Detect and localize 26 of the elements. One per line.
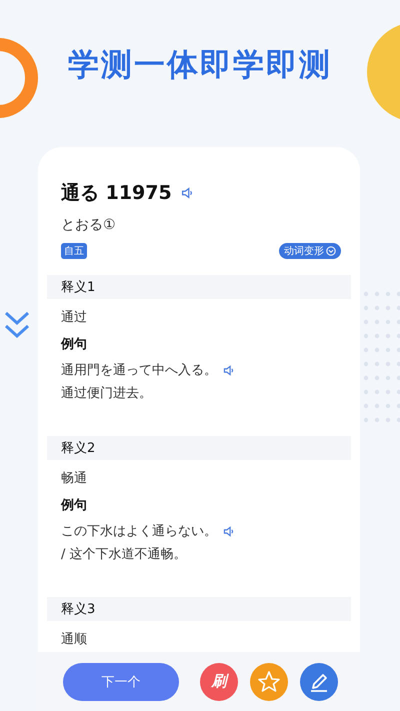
example-sentence: この下水はよく通らない。 xyxy=(61,523,217,540)
example-sentence: 通用門を通って中へ入る。 xyxy=(61,362,217,379)
headline: 学测一体即学即测 xyxy=(68,46,332,85)
double-chevron-icon xyxy=(4,310,30,340)
action-button[interactable]: 刷 xyxy=(200,662,238,700)
meaning-text: 畅通 xyxy=(60,470,88,487)
conjugation-button[interactable]: 动词变形 xyxy=(279,243,341,259)
pen-button[interactable] xyxy=(300,662,338,700)
sense-header: 释义3 xyxy=(47,597,351,621)
part-of-speech-tag: 自五 xyxy=(61,243,87,259)
word-reading: とおる① xyxy=(60,216,117,234)
word-title: 通る 11975 xyxy=(61,181,172,206)
example-label: 例句 xyxy=(60,497,88,514)
meaning-text: 通顺 xyxy=(60,631,88,648)
speaker-icon[interactable] xyxy=(222,364,235,376)
example-translation: / 这个下水道不通畅。 xyxy=(60,546,188,563)
speaker-icon[interactable] xyxy=(222,524,235,538)
star-button[interactable] xyxy=(250,662,288,700)
example-translation: 通过便门进去。 xyxy=(60,385,153,402)
example-label: 例句 xyxy=(60,336,88,353)
speaker-icon[interactable] xyxy=(180,186,194,200)
next-button[interactable]: 下一个 xyxy=(63,662,179,700)
meaning-text: 通过 xyxy=(60,309,88,326)
sense-header: 释义1 xyxy=(47,275,351,299)
chevron-down-icon xyxy=(326,246,336,256)
sense-header: 释义2 xyxy=(47,436,351,460)
